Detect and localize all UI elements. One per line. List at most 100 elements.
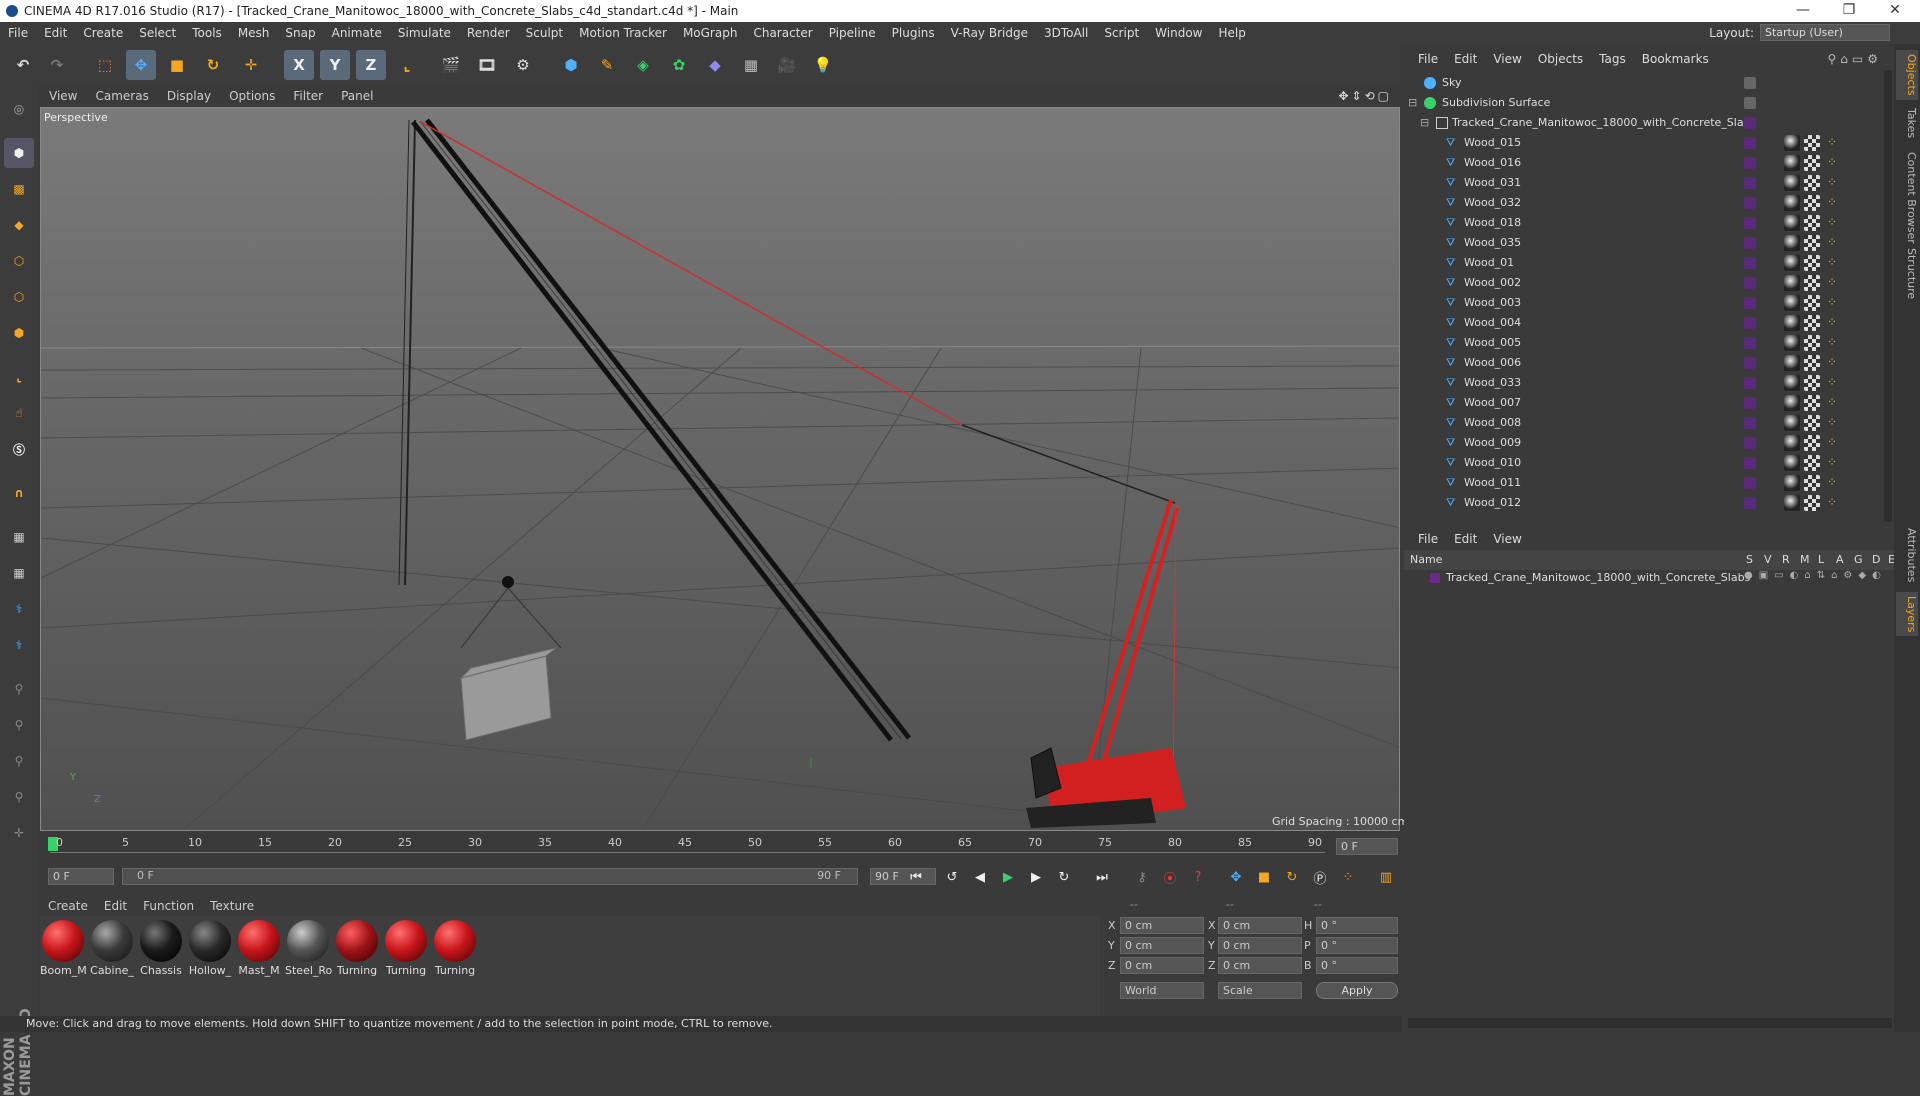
rot-p-field[interactable]: 0 ° (1316, 937, 1398, 954)
spline-pen-icon[interactable]: ✎ (592, 50, 622, 80)
apply-button[interactable]: Apply (1316, 982, 1398, 999)
material-tag-icon[interactable] (1784, 355, 1800, 371)
start-frame-field[interactable]: 0 F (48, 868, 114, 885)
phong-tag-icon[interactable]: ⁘ (1824, 195, 1840, 211)
menu-animate[interactable]: Animate (324, 26, 390, 40)
menu-simulate[interactable]: Simulate (390, 26, 459, 40)
prev-frame-icon[interactable]: ◀ (968, 866, 992, 888)
viewport-3d[interactable] (40, 107, 1400, 831)
material-tag-icon[interactable] (1784, 235, 1800, 251)
texture-tag-icon[interactable] (1804, 175, 1820, 191)
search-icon[interactable]: ⚲⌂▭⚙ (1827, 52, 1882, 66)
phong-tag-icon[interactable]: ⁘ (1824, 215, 1840, 231)
phong-tag-icon[interactable]: ⁘ (1824, 455, 1840, 471)
phong-tag-icon[interactable]: ⁘ (1824, 335, 1840, 351)
layer-color[interactable] (1744, 497, 1756, 509)
layer-color[interactable] (1744, 217, 1756, 229)
menu-3dtoall[interactable]: 3DToAll (1036, 26, 1096, 40)
object-row-crane[interactable]: ⊟ Tracked_Crane_Manitowoc_18000_with_Con… (1408, 113, 1886, 133)
texture-tag-icon[interactable] (1804, 455, 1820, 471)
texture-mode-icon[interactable]: ▩ (4, 174, 34, 204)
layer-color[interactable] (1744, 457, 1756, 469)
texture-tag-icon[interactable] (1804, 215, 1820, 231)
floor-icon[interactable]: ▦ (736, 50, 766, 80)
phong-tag-icon[interactable]: ⁘ (1824, 315, 1840, 331)
tab-content-browser[interactable]: Content Browser (1896, 148, 1918, 248)
texture-tag-icon[interactable] (1804, 375, 1820, 391)
menu-window[interactable]: Window (1147, 26, 1210, 40)
magnet-icon[interactable]: ∩ (4, 478, 34, 508)
cube-icon[interactable]: ⬢ (556, 50, 586, 80)
layer-color[interactable] (1744, 157, 1756, 169)
z-axis-lock[interactable]: Z (356, 50, 386, 80)
render-picture-viewer-icon[interactable]: 🎞 (472, 50, 502, 80)
obj-menu-objects[interactable]: Objects (1530, 52, 1591, 66)
x-axis-lock[interactable]: X (284, 50, 314, 80)
layer-color[interactable] (1744, 337, 1756, 349)
object-row-child[interactable]: ⛛ Wood_031 ⁘ (1408, 173, 1886, 193)
phong-tag-icon[interactable]: ⁘ (1824, 135, 1840, 151)
object-row-sky[interactable]: Sky (1408, 73, 1886, 93)
make-editable-icon[interactable]: ◎ (4, 94, 34, 124)
phong-tag-icon[interactable]: ⁘ (1824, 255, 1840, 271)
autokey-icon[interactable]: ? (1186, 866, 1210, 888)
material-tag-icon[interactable] (1784, 335, 1800, 351)
obj-menu-tags[interactable]: Tags (1591, 52, 1634, 66)
lock-workplane-icon[interactable]: ▦ (4, 522, 34, 552)
layer-menu-file[interactable]: File (1410, 532, 1446, 546)
menu-render[interactable]: Render (459, 26, 518, 40)
next-key-icon[interactable]: ↻ (1052, 866, 1076, 888)
menu-file[interactable]: File (0, 26, 36, 40)
tab-attributes[interactable]: Attributes (1896, 524, 1918, 586)
material-tag-icon[interactable] (1784, 375, 1800, 391)
vp-menu-view[interactable]: View (40, 89, 86, 103)
undo-icon[interactable]: ↶ (8, 50, 38, 80)
vp-menu-filter[interactable]: Filter (284, 89, 332, 103)
menu-snap[interactable]: Snap (277, 26, 323, 40)
layer-color[interactable] (1744, 357, 1756, 369)
vp-menu-panel[interactable]: Panel (332, 89, 382, 103)
layer-color[interactable] (1744, 397, 1756, 409)
material-tag-icon[interactable] (1784, 255, 1800, 271)
object-row-child[interactable]: ⛛ Wood_016 ⁘ (1408, 153, 1886, 173)
range-slider[interactable]: 0 F 90 F (122, 868, 858, 885)
live-selection-icon[interactable]: ⬚ (90, 50, 120, 80)
menu-tools[interactable]: Tools (184, 26, 230, 40)
mat-menu-edit[interactable]: Edit (96, 899, 135, 913)
tweak-mode-icon[interactable]: ☝ (4, 398, 34, 428)
phong-tag-icon[interactable]: ⁘ (1824, 375, 1840, 391)
texture-tag-icon[interactable] (1804, 155, 1820, 171)
phong-tag-icon[interactable]: ⁘ (1824, 435, 1840, 451)
menu-character[interactable]: Character (745, 26, 820, 40)
object-row-child[interactable]: ⛛ Wood_004 ⁘ (1408, 313, 1886, 333)
material-tag-icon[interactable] (1784, 435, 1800, 451)
menu-sculpt[interactable]: Sculpt (518, 26, 571, 40)
python-icon[interactable]: ⚕ (4, 594, 34, 624)
tab-takes[interactable]: Takes (1896, 104, 1918, 142)
phong-tag-icon[interactable]: ⁘ (1824, 155, 1840, 171)
minimize-button[interactable]: — (1780, 0, 1826, 22)
material-tag-icon[interactable] (1784, 135, 1800, 151)
material-item[interactable]: Mast_M (236, 920, 282, 977)
timeline-window-icon[interactable]: ▥ (1374, 866, 1398, 888)
size-x-field[interactable]: 0 cm (1218, 917, 1302, 934)
layer-row[interactable]: Tracked_Crane_Manitowoc_18000_with_Concr… (1404, 570, 1894, 588)
texture-tag-icon[interactable] (1804, 235, 1820, 251)
phong-tag-icon[interactable]: ⁘ (1824, 355, 1840, 371)
texture-tag-icon[interactable] (1804, 355, 1820, 371)
texture-tag-icon[interactable] (1804, 135, 1820, 151)
layer-flag-icons[interactable]: ●▣▭◐⌂⇅⌂⚙◆◐ (1744, 570, 1887, 581)
material-tag-icon[interactable] (1784, 475, 1800, 491)
joint-icon[interactable]: ⚲ (4, 746, 34, 776)
texture-tag-icon[interactable] (1804, 415, 1820, 431)
object-row-child[interactable]: ⛛ Wood_033 ⁘ (1408, 373, 1886, 393)
visibility-toggle[interactable] (1744, 77, 1756, 89)
material-item[interactable]: Turning (383, 920, 429, 977)
layer-color[interactable] (1744, 277, 1756, 289)
menu-edit[interactable]: Edit (36, 26, 75, 40)
texture-tag-icon[interactable] (1804, 335, 1820, 351)
light-icon[interactable]: 💡 (808, 50, 838, 80)
menu-help[interactable]: Help (1210, 26, 1253, 40)
mat-menu-create[interactable]: Create (40, 899, 96, 913)
layer-color[interactable] (1744, 417, 1756, 429)
